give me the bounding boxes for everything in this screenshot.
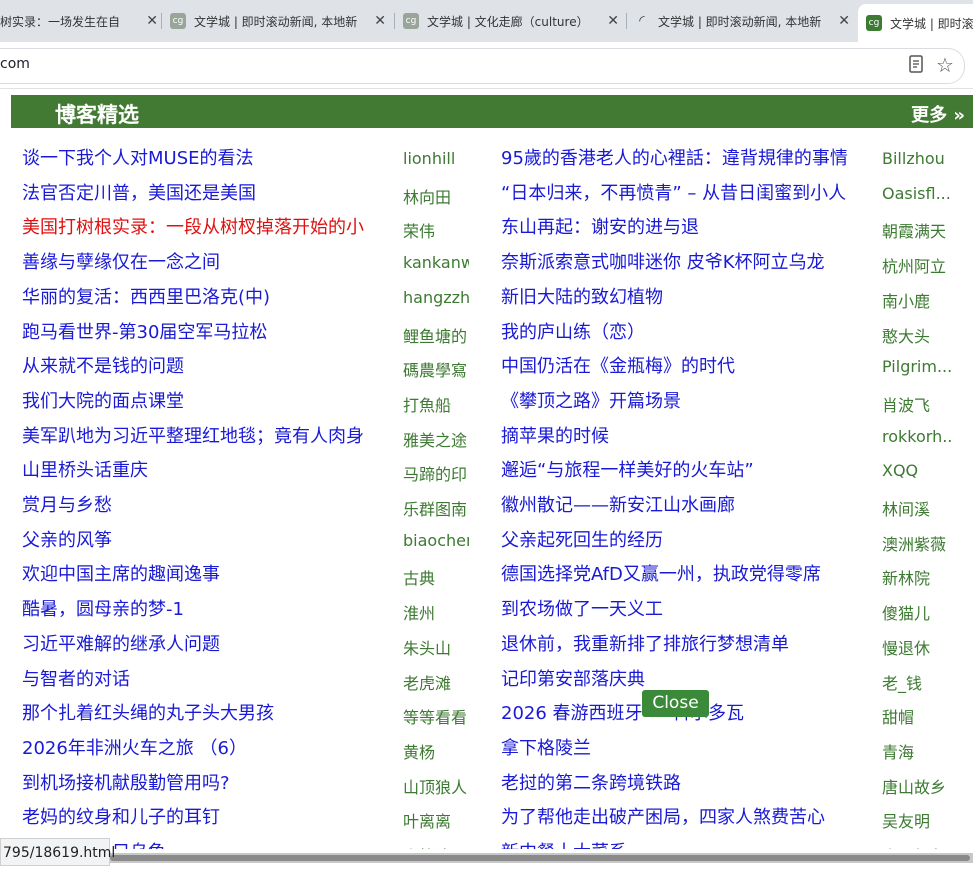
section-header: 博客精选 更多 » (11, 95, 973, 128)
close-icon[interactable]: ✕ (607, 13, 619, 29)
post-row: 中国仍活在《金瓶梅》的时代 Pilgrim... (0, 348, 973, 378)
post-title-link[interactable]: 东山再起：谢安的进与退 (501, 213, 867, 239)
post-title-link[interactable]: “日本归来，不再愤青” – 从昔日闺蜜到小人 (501, 179, 867, 205)
close-button[interactable]: Close (642, 690, 709, 717)
url-text[interactable]: com (0, 56, 30, 72)
site-favicon-icon: cg (866, 15, 882, 31)
post-title-link[interactable]: 父亲起死回生的经历 (501, 526, 867, 552)
post-author-link[interactable]: rokkorh... (882, 427, 952, 446)
post-row: 父亲起死回生的经历 澳洲紫薇 (0, 522, 973, 555)
post-title-link[interactable]: 95歲的香港老人的心裡話：違背規律的事情 (501, 144, 867, 170)
post-row: 奈斯派索意式咖啡迷你 皮爷K杯阿立乌龙 杭州阿立 (0, 244, 973, 277)
post-row: 记印第安部落庆典 老_钱 (0, 661, 973, 694)
post-author-link[interactable]: 傻猫儿 (882, 600, 952, 624)
post-author-link[interactable]: Billzhou (882, 149, 952, 168)
tab-title: 文学城 | 文化走廊（culture） (427, 14, 589, 29)
close-icon[interactable]: ✕ (146, 13, 158, 29)
post-title-link[interactable]: 摘苹果的时候 (501, 422, 867, 448)
tab-4[interactable]: ◜ 文学城 | 即时滚动新闻, 本地新 ✕ (634, 6, 850, 36)
post-title-link[interactable]: 记印第安部落庆典 (501, 665, 867, 691)
tab-title: 树实录：一场发生在自 (0, 14, 121, 29)
tab-title: 文学城 | 即时滚动新闻, 本地新 (658, 14, 822, 29)
post-row: 2026 春游西班牙 — 科尔多瓦 甜帽 (0, 695, 973, 728)
post-row: 95歲的香港老人的心裡話：違背規律的事情 Billzhou (0, 140, 973, 170)
bookmark-star-icon[interactable]: ☆ (936, 53, 954, 77)
post-author-link[interactable]: 小日权鱼 (882, 843, 952, 849)
tab-3[interactable]: cg 文学城 | 文化走廊（culture） ✕ (403, 6, 619, 36)
tab-title: 文学城 | 即时滚动 (890, 16, 973, 31)
post-title-link[interactable]: 新旧大陆的致幻植物 (501, 283, 867, 309)
post-author-link[interactable]: 慢退休 (882, 635, 952, 659)
post-title-link[interactable]: 《攀顶之路》开篇场景 (501, 387, 867, 413)
post-row: 东山再起：谢安的进与退 朝霞满天 (0, 209, 973, 242)
post-title-link[interactable]: 为了帮他走出破产困局，四家人煞费苦心 (501, 803, 867, 829)
scrollbar-thumb[interactable] (110, 855, 970, 861)
address-bar-area: com ☆ (0, 42, 973, 89)
post-title-link[interactable]: 到农场做了一天义工 (501, 595, 867, 621)
tab-strip: 树实录：一场发生在自 ✕ cg 文学城 | 即时滚动新闻, 本地新 ✕ cg 文… (0, 0, 973, 42)
post-row: 到农场做了一天义工 傻猫儿 (0, 591, 973, 624)
post-row: 《攀顶之路》开篇场景 肖波飞 (0, 383, 973, 416)
post-title-link[interactable]: 新中餐十大菜系 (501, 838, 867, 849)
post-author-link[interactable]: 吴友明 (882, 808, 952, 832)
post-title-link[interactable]: 中国仍活在《金瓶梅》的时代 (501, 352, 867, 378)
post-title-link[interactable]: 德国选择党AfD又赢一州，执政党得零席 (501, 560, 867, 586)
post-author-link[interactable]: 新林院 (882, 565, 952, 589)
tab-5-active[interactable]: cg 文学城 | 即时滚动 (858, 4, 973, 42)
page-content: 博客精选 更多 » 谈一下我个人对MUSE的看法 lionhill 法官否定川普，美… (0, 89, 973, 849)
loading-spinner-icon: ◜ (639, 13, 645, 29)
tab-2[interactable]: cg 文学城 | 即时滚动新闻, 本地新 ✕ (170, 6, 386, 36)
post-title-link[interactable]: 我的庐山练（恋） (501, 318, 867, 344)
status-url-bubble: 795/18619.html (0, 838, 115, 866)
post-title-link[interactable]: 徽州散记——新安江山水画廊 (501, 491, 867, 517)
post-author-link[interactable]: 老_钱 (882, 670, 952, 694)
post-title-link[interactable]: 邂逅“与旅程一样美好的火车站” (501, 456, 867, 482)
close-icon[interactable]: ✕ (374, 13, 386, 29)
close-icon[interactable]: ✕ (838, 13, 850, 29)
post-title-link[interactable]: 奈斯派索意式咖啡迷你 皮爷K杯阿立乌龙 (501, 248, 867, 274)
post-author-link[interactable]: 肖波飞 (882, 392, 952, 416)
tab-separator (394, 13, 395, 29)
post-author-link[interactable]: Oasisfl... (882, 184, 952, 203)
post-row: 为了帮他走出破产困局，四家人煞费苦心 吴友明 (0, 799, 973, 832)
post-row: 新中餐十大菜系 小日权鱼 (0, 834, 973, 849)
more-link[interactable]: 更多 » (911, 101, 965, 127)
post-row: 新旧大陆的致幻植物 南小鹿 (0, 279, 973, 312)
tab-1[interactable]: 树实录：一场发生在自 ✕ (0, 6, 158, 36)
section-title: 博客精选 (55, 103, 139, 127)
tab-title: 文学城 | 即时滚动新闻, 本地新 (194, 14, 358, 29)
post-row: 我的庐山练（恋） 憨大头 (0, 314, 973, 347)
reader-mode-icon[interactable] (908, 55, 924, 77)
post-row: 德国选择党AfD又赢一州，执政党得零席 新林院 (0, 556, 973, 589)
post-author-link[interactable]: 澳洲紫薇 (882, 531, 952, 555)
post-author-link[interactable]: 唐山故乡 (882, 774, 952, 798)
post-author-link[interactable]: 青海 (882, 739, 952, 763)
post-author-link[interactable]: 憨大头 (882, 323, 952, 347)
post-row: 摘苹果的时候 rokkorh... (0, 418, 973, 448)
address-bar[interactable] (0, 48, 965, 84)
post-title-link[interactable]: 老挝的第二条跨境铁路 (501, 769, 867, 795)
post-author-link[interactable]: Pilgrim... (882, 357, 952, 376)
post-author-link[interactable]: 朝霞满天 (882, 218, 952, 242)
site-favicon-icon: cg (403, 13, 419, 29)
site-favicon-icon: cg (170, 13, 186, 29)
post-author-link[interactable]: 杭州阿立 (882, 253, 952, 277)
post-title-link[interactable]: 退休前，我重新排了排旅行梦想清单 (501, 630, 867, 656)
post-row: 拿下格陵兰 青海 (0, 730, 973, 763)
post-row: 邂逅“与旅程一样美好的火车站” XQQ (0, 452, 973, 482)
post-row: 徽州散记——新安江山水画廊 林间溪 (0, 487, 973, 520)
post-author-link[interactable]: XQQ (882, 461, 952, 480)
post-title-link[interactable]: 拿下格陵兰 (501, 734, 867, 760)
horizontal-scrollbar[interactable] (0, 853, 973, 863)
tab-separator (161, 13, 162, 29)
post-row: “日本归来，不再愤青” – 从昔日闺蜜到小人 Oasisfl... (0, 175, 973, 205)
tab-separator (626, 13, 627, 29)
post-author-link[interactable]: 林间溪 (882, 496, 952, 520)
post-row: 老挝的第二条跨境铁路 唐山故乡 (0, 765, 973, 798)
post-author-link[interactable]: 南小鹿 (882, 288, 952, 312)
post-row: 退休前，我重新排了排旅行梦想清单 慢退休 (0, 626, 973, 659)
post-author-link[interactable]: 甜帽 (882, 704, 952, 728)
